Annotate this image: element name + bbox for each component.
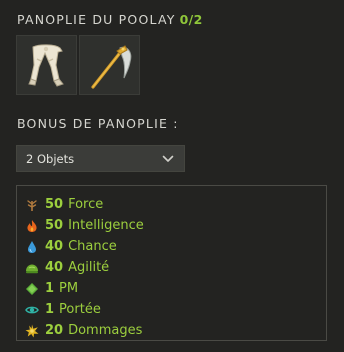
bonus-header: BONUS DE PANOPLIE : (17, 116, 179, 131)
set-items (16, 35, 140, 95)
set-panel: PANOPLIE DU POOLAY0/2 BONUS DE PANOPLIE (0, 0, 344, 352)
agilite-icon (26, 264, 38, 273)
item-slot-boots[interactable] (16, 35, 77, 95)
bonus-stat-label: Force (68, 197, 104, 212)
bonus-stat-label: Agilité (68, 260, 110, 275)
bonus-value: 50 (45, 218, 64, 233)
chevron-down-icon (162, 155, 174, 162)
bonus-value: 40 (45, 260, 64, 275)
portee-icon (25, 306, 39, 313)
bonus-row-portee: 1 Portée (25, 299, 326, 320)
bonus-stat-label: Dommages (68, 323, 143, 338)
chance-icon (28, 240, 36, 253)
dommages-icon (25, 324, 39, 337)
bonus-row-pm: 1 PM (25, 278, 326, 299)
force-icon (27, 199, 37, 211)
bonus-row-force: 50 Force (25, 194, 326, 215)
bonus-row-agilite: 40 Agilité (25, 257, 326, 278)
dropdown-selected-value: 2 Objets (26, 151, 75, 166)
poolay-boots-icon (27, 44, 64, 87)
bonus-value: 50 (45, 197, 64, 212)
bonus-row-intelligence: 50 Intelligence (25, 215, 326, 236)
intelligence-icon (27, 219, 37, 232)
set-count: 0/2 (179, 12, 203, 27)
bonus-value: 1 (45, 302, 55, 317)
bonus-stat-label: PM (59, 281, 79, 296)
poolay-scythe-icon (90, 45, 131, 89)
set-title: PANOPLIE DU POOLAY 0/2 (17, 12, 203, 27)
set-title-text: PANOPLIE DU POOLAY (17, 12, 176, 27)
bonus-stat-label: Chance (68, 239, 117, 254)
bonus-row-chance: 40 Chance (25, 236, 326, 257)
bonus-list: 50 Force 50 Intelligence 40 Chance 40 Ag… (16, 185, 327, 341)
pm-icon (26, 282, 38, 295)
bonus-value: 40 (45, 239, 64, 254)
bonus-value: 20 (45, 323, 64, 338)
objects-count-dropdown[interactable]: 2 Objets (16, 145, 185, 172)
bonus-row-dommages: 20 Dommages (25, 320, 326, 341)
bonus-stat-label: Portée (59, 302, 101, 317)
item-slot-scythe[interactable] (79, 35, 140, 95)
bonus-value: 1 (45, 281, 55, 296)
bonus-stat-label: Intelligence (68, 218, 144, 233)
